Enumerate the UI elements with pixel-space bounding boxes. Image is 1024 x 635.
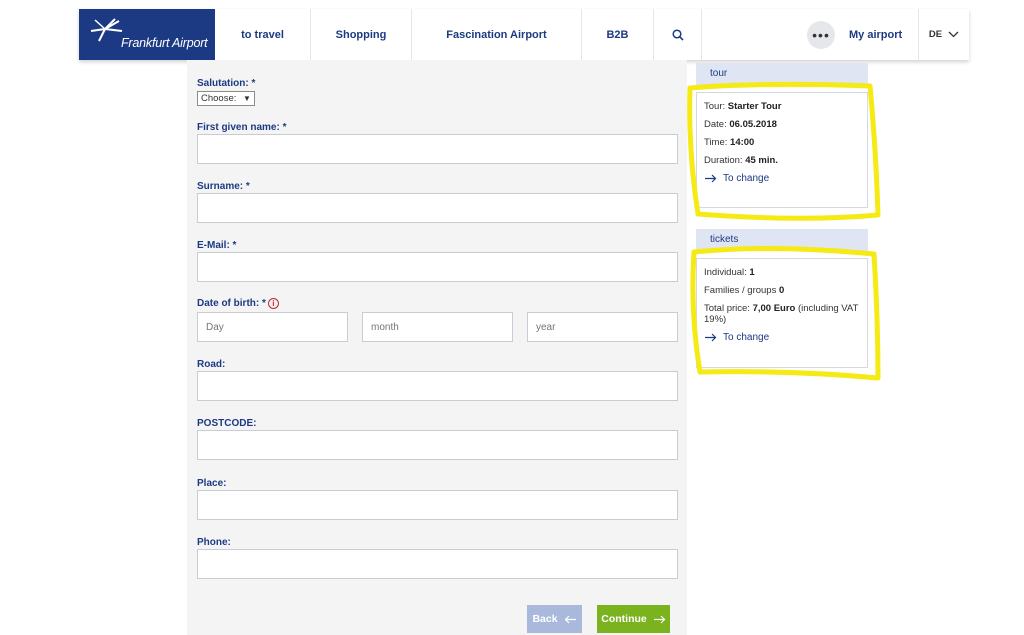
surname-input[interactable] bbox=[197, 193, 678, 223]
dob-day-input[interactable] bbox=[197, 312, 348, 342]
dob-label: Date of birth: * i bbox=[197, 298, 279, 309]
tickets-individual-line: Individual: 1 bbox=[704, 267, 860, 278]
tour-duration-value: 45 min. bbox=[745, 155, 778, 166]
tour-change-link[interactable]: To change bbox=[704, 173, 860, 184]
tour-heading: tour bbox=[696, 63, 868, 85]
nav-fascination-airport[interactable]: Fascination Airport bbox=[412, 9, 582, 60]
salutation-select[interactable]: Choose: ▼ bbox=[197, 91, 255, 106]
dob-year-input[interactable] bbox=[527, 312, 678, 342]
language-label: DE bbox=[928, 29, 943, 40]
airport-star-icon bbox=[90, 18, 123, 42]
tour-date-line: Date: 06.05.2018 bbox=[704, 119, 860, 130]
tickets-change-label: To change bbox=[723, 332, 770, 343]
tour-time-line: Time: 14:00 bbox=[704, 137, 860, 148]
tour-duration-label: Duration: bbox=[704, 155, 746, 166]
arrow-right-icon bbox=[653, 615, 666, 623]
back-button[interactable]: Back bbox=[527, 605, 582, 633]
site-header: Frankfurt Airport to travel Shopping Fas… bbox=[79, 9, 969, 60]
dob-label-text: Date of birth: * bbox=[197, 298, 266, 309]
salutation-value: Choose: bbox=[201, 93, 237, 104]
info-icon[interactable]: i bbox=[267, 298, 279, 309]
tickets-heading: tickets bbox=[696, 229, 868, 251]
phone-input[interactable] bbox=[197, 549, 678, 579]
header-spacer bbox=[702, 9, 807, 60]
road-label: Road: bbox=[197, 359, 226, 370]
postcode-input[interactable] bbox=[197, 430, 678, 460]
my-airport-link[interactable]: My airport bbox=[849, 9, 919, 60]
tour-duration-line: Duration: 45 min. bbox=[704, 155, 860, 166]
road-input[interactable] bbox=[197, 371, 678, 401]
search-icon bbox=[671, 28, 684, 41]
tickets-total-line: Total price: 7,00 Euro (including VAT 19… bbox=[704, 303, 860, 325]
phone-label: Phone: bbox=[197, 537, 231, 548]
continue-button[interactable]: Continue bbox=[597, 605, 670, 633]
tour-time-value: 14:00 bbox=[730, 137, 755, 148]
tour-date-label: Date: bbox=[704, 119, 730, 130]
tickets-families-value: 0 bbox=[778, 285, 785, 296]
tickets-change-link[interactable]: To change bbox=[704, 332, 860, 343]
dob-month-input[interactable] bbox=[362, 312, 513, 342]
postcode-label: POSTCODE: bbox=[197, 418, 257, 429]
more-dots-icon[interactable]: ••• bbox=[807, 20, 835, 49]
arrow-right-icon bbox=[705, 174, 717, 183]
tickets-summary: Individual: 1 Families / groups 0 Total … bbox=[696, 258, 868, 368]
logo-text: Frankfurt Airport bbox=[121, 36, 208, 50]
frankfurt-airport-logo[interactable]: Frankfurt Airport bbox=[79, 9, 215, 60]
tickets-total-value: 7,00 Euro bbox=[752, 303, 796, 314]
tickets-individual-label: Individual: bbox=[704, 267, 750, 278]
tour-time-label: Time: bbox=[704, 137, 731, 148]
tickets-total-label: Total price: bbox=[704, 303, 753, 314]
first-name-label: First given name: * bbox=[197, 122, 287, 133]
arrow-right-icon bbox=[705, 333, 717, 342]
tickets-families-line: Families / groups 0 bbox=[704, 285, 860, 296]
nav-shopping[interactable]: Shopping bbox=[311, 9, 412, 60]
language-selector[interactable]: DE bbox=[919, 9, 969, 60]
place-label: Place: bbox=[197, 478, 227, 489]
tour-date-value: 06.05.2018 bbox=[729, 119, 777, 130]
email-label: E-Mail: * bbox=[197, 240, 237, 251]
search-button[interactable] bbox=[654, 9, 702, 60]
tour-name-label: Tour: bbox=[704, 101, 728, 112]
first-name-input[interactable] bbox=[197, 134, 678, 164]
nav-b2b[interactable]: B2B bbox=[582, 9, 654, 60]
email-input[interactable] bbox=[197, 252, 678, 282]
tickets-families-label: Families / groups bbox=[704, 285, 779, 296]
tour-name-line: Tour: Starter Tour bbox=[704, 101, 860, 112]
nav-to-travel[interactable]: to travel bbox=[215, 9, 311, 60]
tour-change-label: To change bbox=[723, 173, 770, 184]
salutation-label: Salutation: * bbox=[197, 78, 256, 89]
arrow-left-icon bbox=[564, 615, 576, 623]
select-arrow-icon: ▼ bbox=[243, 94, 251, 103]
tour-name-value: Starter Tour bbox=[727, 101, 782, 112]
tickets-individual-value: 1 bbox=[749, 267, 755, 278]
back-button-label: Back bbox=[532, 613, 558, 625]
tour-summary: Tour: Starter Tour Date: 06.05.2018 Time… bbox=[696, 92, 868, 208]
continue-button-label: Continue bbox=[601, 613, 647, 625]
surname-label: Surname: * bbox=[197, 181, 250, 192]
chevron-down-icon bbox=[948, 31, 959, 38]
place-input[interactable] bbox=[197, 490, 678, 520]
registration-form: Salutation: * Choose: ▼ First given name… bbox=[187, 60, 687, 635]
